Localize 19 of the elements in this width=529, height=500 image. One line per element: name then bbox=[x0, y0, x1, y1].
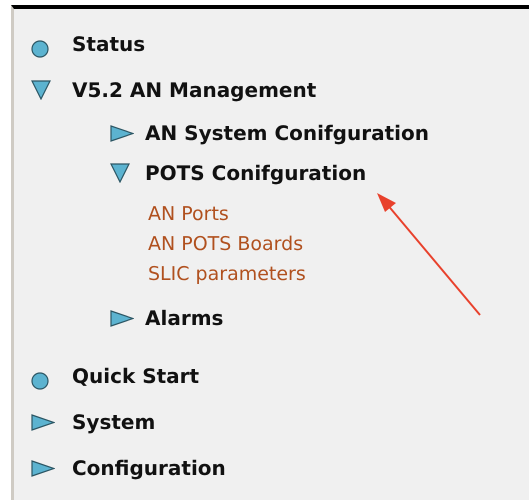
nav-item[interactable]: System bbox=[72, 410, 156, 434]
expanded-triangle-icon[interactable] bbox=[31, 80, 51, 100]
nav-item[interactable]: AN System Conifguration bbox=[145, 121, 429, 145]
collapsed-triangle-icon[interactable] bbox=[31, 414, 55, 430]
nav-item[interactable]: Status bbox=[72, 32, 146, 56]
nav-link[interactable]: SLIC parameters bbox=[148, 263, 306, 285]
nav-item[interactable]: POTS Conifguration bbox=[145, 161, 366, 185]
bullet-icon bbox=[31, 372, 49, 390]
nav-item[interactable]: Alarms bbox=[145, 306, 224, 330]
nav-item[interactable]: Quick Start bbox=[72, 364, 200, 388]
nav-item[interactable]: V5.2 AN Management bbox=[72, 78, 316, 102]
collapsed-triangle-icon[interactable] bbox=[110, 310, 134, 326]
nav-link[interactable]: AN Ports bbox=[148, 203, 229, 225]
collapsed-triangle-icon[interactable] bbox=[110, 124, 134, 142]
nav-link[interactable]: AN POTS Boards bbox=[148, 233, 304, 255]
nav-item[interactable]: Configuration bbox=[72, 456, 226, 480]
bullet-icon bbox=[31, 40, 49, 58]
collapsed-triangle-icon[interactable] bbox=[31, 460, 55, 476]
expanded-triangle-icon[interactable] bbox=[110, 163, 130, 183]
